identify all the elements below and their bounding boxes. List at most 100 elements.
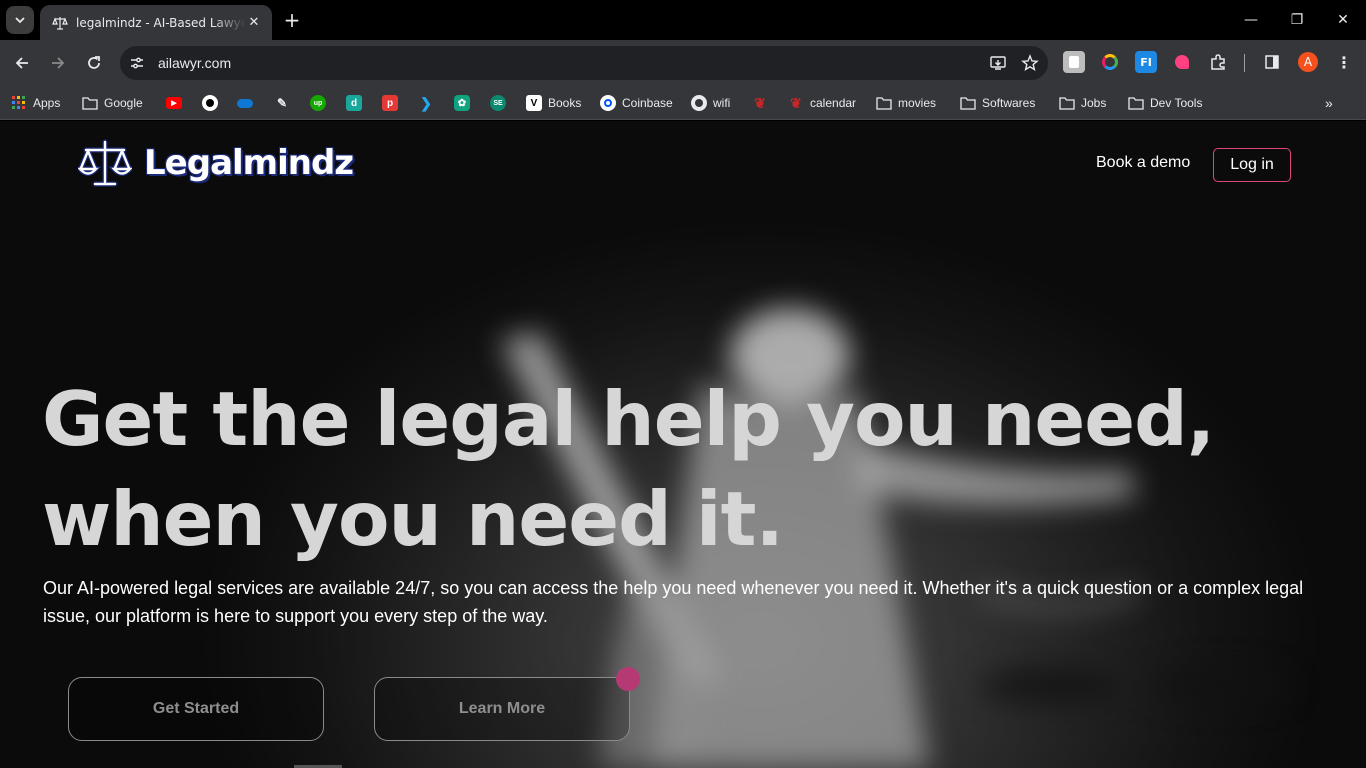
bookmark-folder-movies[interactable]: movies [876, 92, 936, 114]
github-icon [202, 95, 218, 111]
get-started-button[interactable]: Get Started [68, 677, 324, 741]
hero-subtitle: Our AI-powered legal services are availa… [43, 578, 1304, 626]
arrow-right-icon [52, 57, 65, 69]
folder-icon [1059, 95, 1075, 111]
tab-search-button[interactable] [6, 6, 34, 34]
bookmark-wifi[interactable]: wifi [691, 92, 730, 114]
bookmark-label: Softwares [982, 96, 1036, 110]
bookmark-star-icon[interactable] [1016, 49, 1044, 77]
bookmarks-overflow-icon[interactable]: » [1325, 92, 1333, 114]
bookmark-label: movies [898, 96, 937, 110]
login-button[interactable]: Log in [1213, 148, 1291, 182]
bookmark-label: Google [104, 96, 143, 110]
globe-icon [691, 95, 707, 111]
bookmark-label: Books [548, 96, 582, 110]
fi-extension-icon[interactable]: FI [1135, 51, 1157, 73]
bookmark-label: Apps [33, 96, 61, 110]
bookmark-upwork[interactable]: up [310, 92, 326, 114]
bookmarks-bar: Apps Google ▶ ✎ up d p ❯ ✿ SE V Books Co… [0, 85, 1366, 120]
scales-favicon-icon [52, 15, 68, 31]
learn-more-button[interactable]: Learn More [374, 677, 630, 741]
bookmark-d[interactable]: d [346, 92, 362, 114]
pen-icon: ✎ [276, 96, 288, 110]
tab-close-icon[interactable]: ✕ [246, 15, 262, 31]
chatgpt-icon: ✿ [454, 95, 470, 111]
bookmark-label: Coinbase [622, 96, 673, 110]
browser-tab-active[interactable]: legalmindz - AI-Based Lawyer Se ✕ [40, 5, 272, 40]
apps-grid-icon [11, 95, 27, 111]
vscode-icon: ❯ [420, 94, 432, 111]
close-window-button[interactable]: ✕ [1320, 0, 1366, 40]
browser-toolbar: ailawyr.com FI A ⋮ [0, 40, 1366, 85]
reload-icon [88, 56, 100, 69]
globe-icon: SE [490, 95, 506, 111]
chevron-down-icon [15, 17, 25, 24]
v-icon: V [526, 95, 542, 111]
scales-of-justice-icon [78, 139, 132, 187]
bookmark-globe-green[interactable]: SE [490, 92, 506, 114]
bookmark-red-swirl[interactable]: ❦ [752, 92, 768, 114]
bookmark-chatgpt[interactable]: ✿ [454, 92, 470, 114]
address-bar[interactable]: ailawyr.com [120, 46, 1048, 80]
p-icon: p [382, 95, 398, 111]
bookmark-p[interactable]: p [382, 92, 398, 114]
pink-extension-icon[interactable] [1171, 51, 1193, 73]
onedrive-icon [237, 95, 253, 111]
youtube-icon: ▶ [166, 97, 182, 109]
bookmark-calendar[interactable]: ❦ calendar [788, 92, 856, 114]
profile-avatar[interactable]: A [1297, 51, 1319, 73]
bookmark-label: wifi [713, 96, 731, 110]
bookmark-books[interactable]: V Books [526, 92, 581, 114]
site-logo[interactable]: Legalmindz [78, 138, 354, 188]
menu-kebab-icon[interactable]: ⋮ [1333, 51, 1355, 73]
url-text[interactable]: ailawyr.com [158, 55, 984, 71]
bookmark-coinbase[interactable]: Coinbase [600, 92, 673, 114]
bookmark-label: Dev Tools [1150, 96, 1203, 110]
bookmark-pen[interactable]: ✎ [274, 92, 290, 114]
restore-button[interactable]: ❐ [1274, 0, 1320, 40]
back-button[interactable] [10, 51, 34, 75]
hero-title-line-2: when you need it. [42, 475, 784, 563]
page-viewport: Legalmindz Book a demo Log in Get the le… [0, 121, 1366, 768]
site-info-icon[interactable] [124, 50, 150, 76]
bookmark-vscode[interactable]: ❯ [418, 92, 434, 114]
bookmark-label: Jobs [1081, 96, 1107, 110]
bookmark-onedrive[interactable] [237, 92, 253, 114]
color-picker-extension-icon[interactable] [1099, 51, 1121, 73]
folder-icon [82, 95, 98, 111]
arrow-left-icon [15, 57, 28, 69]
extensions-puzzle-icon[interactable] [1207, 51, 1229, 73]
d-icon: d [346, 95, 362, 111]
tab-strip: legalmindz - AI-Based Lawyer Se ✕ + — ❐ … [0, 0, 1366, 40]
cursor-follower-dot [616, 667, 640, 691]
side-panel-icon[interactable] [1261, 51, 1283, 73]
book-demo-link[interactable]: Book a demo [1096, 154, 1190, 172]
folder-icon [960, 95, 976, 111]
toolbar-divider [1244, 54, 1245, 72]
bookmark-youtube[interactable]: ▶ [166, 92, 182, 114]
hero-title: Get the legal help you need, when you ne… [42, 369, 1242, 569]
logo-text: Legalmindz [144, 143, 354, 183]
profile-initial: A [1298, 52, 1318, 72]
bookmark-folder-dev-tools[interactable]: Dev Tools [1128, 92, 1202, 114]
folder-icon [1128, 95, 1144, 111]
red-swirl-icon: ❦ [790, 94, 802, 111]
new-tab-button[interactable]: + [281, 8, 303, 32]
install-app-icon[interactable] [984, 49, 1012, 77]
upwork-icon: up [310, 95, 326, 111]
bookmark-folder-jobs[interactable]: Jobs [1059, 92, 1106, 114]
folder-icon [876, 95, 892, 111]
bookmark-folder-softwares[interactable]: Softwares [960, 92, 1035, 114]
bookmark-apps[interactable]: Apps [11, 92, 60, 114]
hero-title-line-1: Get the legal help you need, [42, 375, 1215, 463]
extension-1-icon[interactable] [1063, 51, 1085, 73]
coinbase-icon [600, 95, 616, 111]
reload-button[interactable] [82, 51, 106, 75]
forward-button[interactable] [46, 51, 70, 75]
minimize-button[interactable]: — [1228, 0, 1274, 40]
bookmark-folder-google[interactable]: Google [82, 92, 143, 114]
bookmark-github[interactable] [202, 92, 218, 114]
window-controls: — ❐ ✕ [1228, 0, 1366, 40]
tab-title: legalmindz - AI-Based Lawyer Se [76, 15, 246, 30]
red-swirl-icon: ❦ [754, 94, 766, 111]
